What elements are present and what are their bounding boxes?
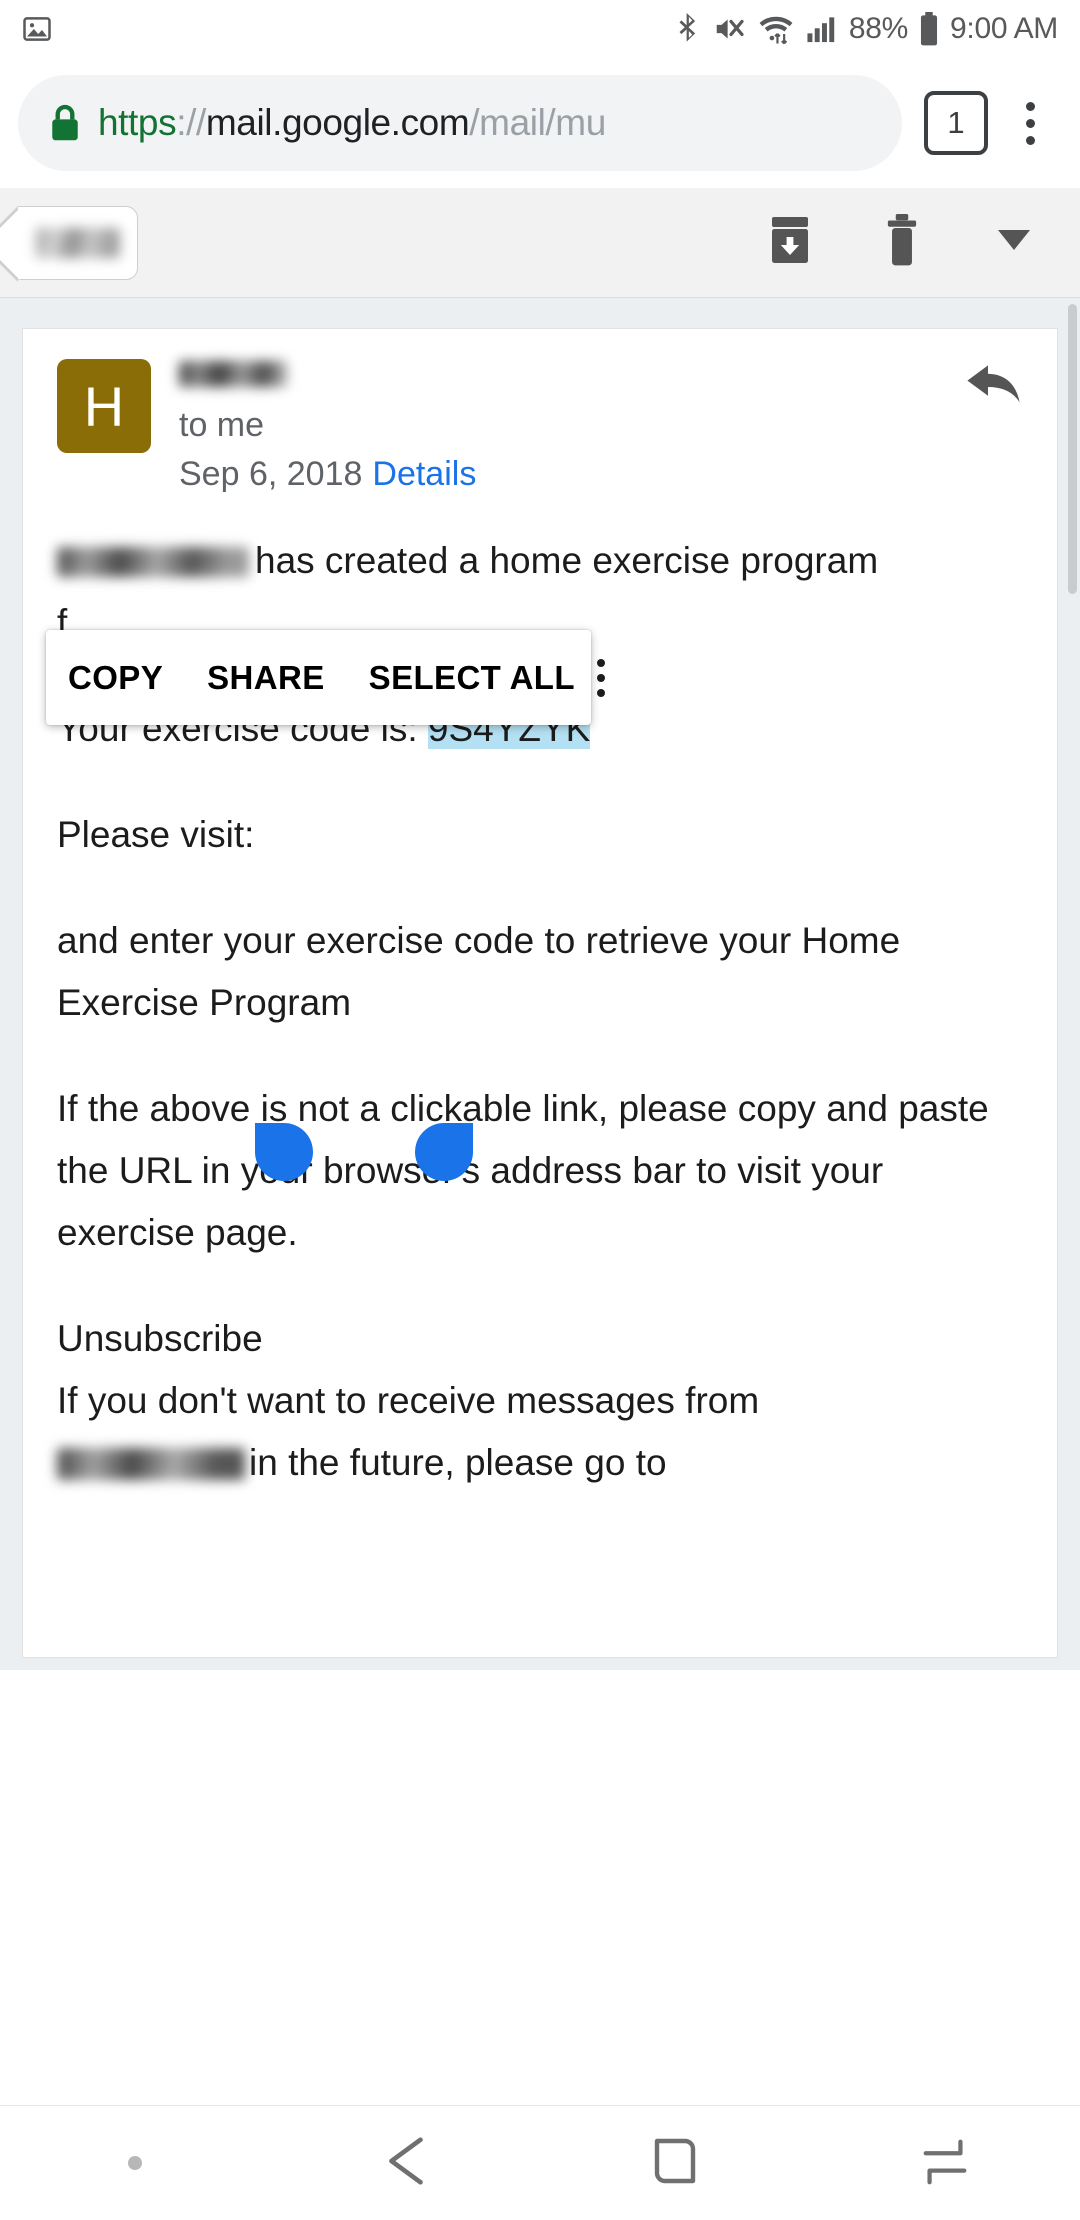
date-row: Sep 6, 2018 Details: [179, 455, 476, 494]
recents-icon: [128, 2156, 142, 2170]
tab-counter-button[interactable]: 1: [924, 91, 988, 155]
sender-block: to me Sep 6, 2018 Details: [179, 359, 476, 494]
browser-menu-button[interactable]: [1000, 101, 1060, 145]
body-paragraph-visit: Please visit:: [57, 804, 1023, 866]
lock-icon: [48, 103, 82, 143]
please-visit-label: Please visit:: [57, 814, 255, 856]
message-scroll-area[interactable]: H to me Sep 6, 2018 Details has created a…: [0, 298, 1080, 1670]
recipient-label: to me: [179, 406, 265, 444]
kebab-menu-icon[interactable]: [596, 658, 605, 697]
url-scheme: https: [98, 102, 177, 143]
nav-recents-indicator[interactable]: [0, 2156, 270, 2170]
browser-toolbar: https://mail.google.com/mail/mu 1: [0, 58, 1080, 188]
url-bar[interactable]: https://mail.google.com/mail/mu: [18, 75, 902, 171]
message-header: H to me Sep 6, 2018 Details: [57, 359, 1023, 494]
unsubscribe-heading: Unsubscribe: [57, 1318, 263, 1360]
message-date: Sep 6, 2018: [179, 455, 363, 494]
unsubscribe-text-after: in the future, please go to: [249, 1442, 667, 1484]
clock-label: 9:00 AM: [950, 12, 1058, 45]
label-name-redacted: [35, 227, 120, 258]
nav-overview-button[interactable]: [810, 2134, 1080, 2193]
android-nav-bar: [0, 2105, 1080, 2220]
vertical-scrollbar[interactable]: [1068, 304, 1077, 594]
trash-icon: [881, 213, 923, 272]
back-arrow-icon: [376, 2132, 434, 2195]
intro-text: has created a home exercise program: [255, 540, 879, 582]
image-icon: [22, 14, 52, 44]
kebab-dot: [1025, 135, 1035, 145]
kebab-dot: [1025, 101, 1035, 111]
kebab-dot: [1025, 118, 1035, 128]
archive-icon: [766, 214, 814, 271]
kebab-dot: [596, 688, 605, 697]
body-paragraph-unsubscribe: Unsubscribe If you don't want to receive …: [57, 1308, 1023, 1494]
more-options-button[interactable]: [958, 188, 1070, 298]
body-paragraph-enter-code: and enter your exercise code to retrieve…: [57, 920, 901, 1024]
home-icon: [647, 2133, 703, 2194]
creator-name-redacted: [57, 547, 249, 578]
url-path: /mail/mu: [469, 102, 606, 143]
android-status-bar: 88% 9:00 AM: [0, 0, 1080, 58]
details-link[interactable]: Details: [372, 455, 476, 493]
phone-screen: 88% 9:00 AM https://mail.google.com/mail…: [0, 0, 1080, 2220]
nav-back-button[interactable]: [270, 2132, 540, 2195]
copy-button[interactable]: COPY: [46, 659, 185, 697]
gmail-toolbar: [0, 188, 1080, 298]
archive-button[interactable]: [734, 188, 846, 298]
kebab-dot: [596, 673, 605, 682]
url-text: https://mail.google.com/mail/mu: [98, 102, 606, 144]
avatar: H: [57, 359, 151, 453]
signal-icon: [806, 14, 838, 44]
status-bar-left: [22, 14, 52, 44]
message-card: H to me Sep 6, 2018 Details has created a…: [22, 328, 1058, 1658]
select-all-button[interactable]: SELECT ALL: [347, 659, 597, 697]
url-separator: ://: [176, 102, 206, 143]
battery-icon: [919, 12, 939, 46]
sender-name-redacted: [179, 361, 287, 387]
selection-handle-left[interactable]: [255, 1123, 313, 1181]
kebab-dot: [596, 658, 605, 667]
bluetooth-icon: [675, 12, 701, 46]
reply-icon: [967, 365, 1020, 403]
url-host: mail.google.com: [205, 102, 470, 143]
text-selection-action-bar: COPY SHARE SELECT ALL: [46, 630, 605, 725]
sender-domain-redacted: [57, 1448, 245, 1481]
back-to-label-button[interactable]: [0, 205, 138, 282]
overview-icon: [918, 2134, 972, 2193]
chevron-down-icon: [996, 227, 1032, 258]
selection-handle-right[interactable]: [415, 1123, 473, 1181]
unsubscribe-text-before: If you don't want to receive messages fr…: [57, 1380, 760, 1422]
nav-home-button[interactable]: [540, 2133, 810, 2194]
share-button[interactable]: SHARE: [185, 659, 347, 697]
battery-percent-label: 88%: [848, 12, 909, 45]
status-bar-right: 88% 9:00 AM: [675, 12, 1058, 46]
delete-button[interactable]: [846, 188, 958, 298]
body-paragraph-clickable: If the above is not a clickable link, pl…: [57, 1088, 989, 1254]
reply-button[interactable]: [961, 359, 1023, 411]
mute-icon: [712, 14, 746, 44]
wifi-icon: [757, 13, 795, 45]
